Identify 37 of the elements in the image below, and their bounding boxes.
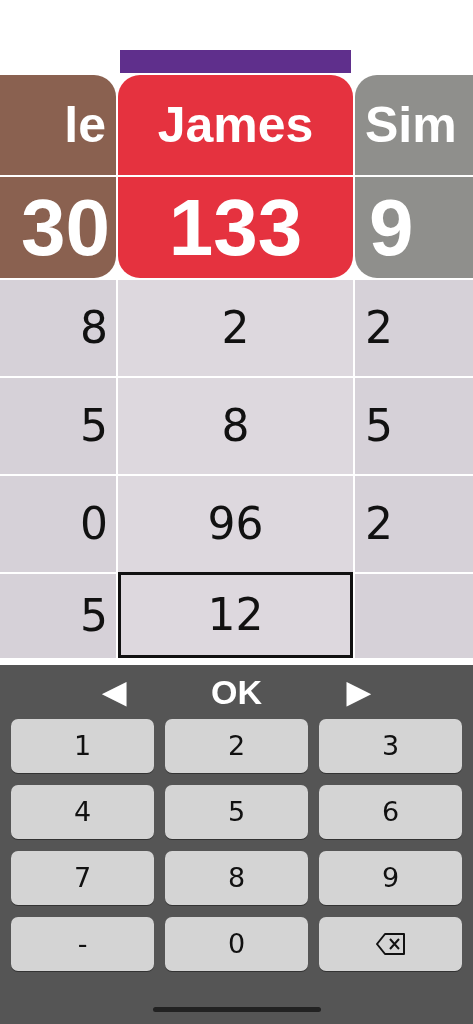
player-header[interactable]: James 133 xyxy=(118,75,353,278)
key-button[interactable]: 2 xyxy=(165,719,308,773)
key-button[interactable]: 1 xyxy=(11,719,154,773)
key-button[interactable]: 4 xyxy=(11,785,154,839)
home-indicator[interactable] xyxy=(152,1007,321,1012)
score-cell[interactable]: 8 xyxy=(0,278,116,376)
key-button[interactable]: 3 xyxy=(319,719,462,773)
key-button[interactable]: 7 xyxy=(11,851,154,905)
score-cell[interactable]: 96 xyxy=(118,474,353,572)
next-button[interactable]: ▶ xyxy=(341,677,377,707)
player-name: James xyxy=(157,95,314,155)
score-cell[interactable]: 2 xyxy=(355,278,473,376)
key-button[interactable]: 6 xyxy=(319,785,462,839)
score-cell[interactable]: 2 xyxy=(355,474,473,572)
player-score: 9 xyxy=(369,187,414,268)
score-cell[interactable]: 5 xyxy=(0,572,116,658)
ok-button[interactable]: OK xyxy=(205,675,268,709)
score-cell[interactable]: 8 xyxy=(118,376,353,474)
key-button[interactable]: 5 xyxy=(165,785,308,839)
score-cell[interactable]: 2 xyxy=(118,278,353,376)
previous-button[interactable]: ◀ xyxy=(96,677,132,707)
player-name: le xyxy=(64,95,106,155)
score-cell[interactable]: 5 xyxy=(0,376,116,474)
score-cell[interactable]: 0 xyxy=(0,474,116,572)
backspace-icon xyxy=(375,933,406,955)
score-cell[interactable]: 12 xyxy=(118,572,353,658)
key-button[interactable]: 8 xyxy=(165,851,308,905)
score-cell[interactable]: 5 xyxy=(355,376,473,474)
score-cell[interactable] xyxy=(355,572,473,658)
backspace-button[interactable] xyxy=(319,917,462,971)
key-button[interactable]: 9 xyxy=(319,851,462,905)
player-header[interactable]: le 30 xyxy=(0,75,116,278)
key-button[interactable]: 0 xyxy=(165,917,308,971)
player-score: 133 xyxy=(168,187,303,268)
key-button[interactable]: - xyxy=(11,917,154,971)
player-name: Sim xyxy=(365,95,457,155)
player-score: 30 xyxy=(21,187,110,268)
